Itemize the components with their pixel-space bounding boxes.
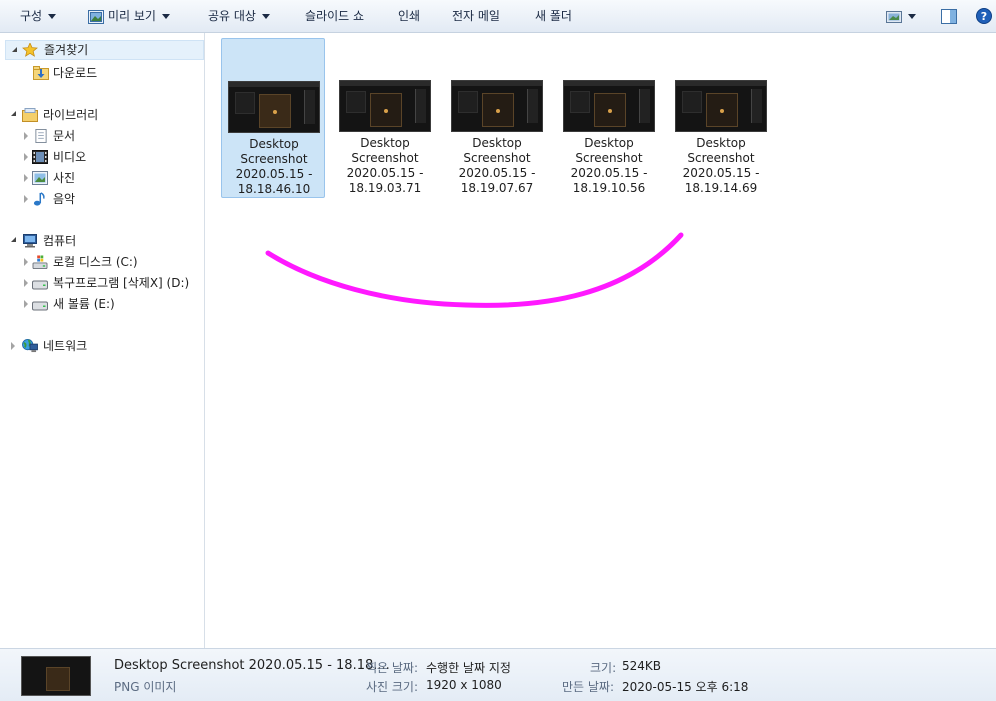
created-value: 2020-05-15 오후 6:18 bbox=[622, 680, 749, 694]
selected-file-name: Desktop Screenshot 2020.05.15 - 18.18...… bbox=[114, 658, 390, 673]
print-button[interactable]: 인쇄 bbox=[398, 0, 420, 33]
selected-file-thumbnail bbox=[21, 656, 91, 696]
nav-drive-e[interactable]: 새 볼륨 (E:) bbox=[22, 294, 203, 314]
nav-label: 음악 bbox=[53, 192, 76, 206]
nav-label: 복구프로그램 [삭제X] (D:) bbox=[53, 276, 190, 290]
annotation-curve bbox=[265, 232, 684, 308]
expand-closed-icon[interactable] bbox=[24, 153, 28, 161]
nav-label: 즐겨찾기 bbox=[44, 43, 89, 57]
nav-drive-d[interactable]: 복구프로그램 [삭제X] (D:) bbox=[22, 273, 203, 293]
computer-icon bbox=[23, 234, 37, 248]
music-note-icon bbox=[33, 192, 45, 206]
view-options-button[interactable] bbox=[886, 0, 916, 33]
new-folder-label: 새 폴더 bbox=[535, 9, 572, 23]
nav-label: 다운로드 bbox=[53, 66, 98, 80]
drive-icon bbox=[32, 280, 48, 290]
slideshow-label: 슬라이드 쇼 bbox=[305, 9, 365, 23]
nav-videos[interactable]: 비디오 bbox=[22, 147, 203, 167]
nav-pictures[interactable]: 사진 bbox=[22, 168, 203, 188]
nav-label: 컴퓨터 bbox=[43, 234, 77, 248]
expand-open-icon[interactable] bbox=[12, 47, 17, 52]
expand-closed-icon[interactable] bbox=[24, 279, 28, 287]
nav-label: 로컬 디스크 (C:) bbox=[53, 255, 138, 269]
nav-label: 비디오 bbox=[53, 150, 87, 164]
nav-documents[interactable]: 문서 bbox=[22, 126, 203, 146]
email-button[interactable]: 전자 메일 bbox=[452, 0, 500, 33]
chevron-down-icon bbox=[908, 14, 916, 19]
nav-label: 문서 bbox=[53, 129, 76, 143]
file-list-view[interactable]: Desktop Screenshot 2020.05.15 - 18.18.46… bbox=[206, 33, 996, 648]
nav-label: 라이브러리 bbox=[43, 108, 99, 122]
slideshow-button[interactable]: 슬라이드 쇼 bbox=[305, 0, 364, 33]
expand-closed-icon[interactable] bbox=[24, 195, 28, 203]
help-icon[interactable]: ? bbox=[976, 8, 992, 24]
nav-favorites[interactable]: 즐겨찾기 bbox=[5, 40, 204, 60]
nav-label: 사진 bbox=[53, 171, 76, 185]
library-icon bbox=[22, 108, 38, 122]
preview-menu[interactable]: 미리 보기 bbox=[88, 0, 170, 33]
dimensions-label: 사진 크기: bbox=[366, 680, 419, 694]
chevron-down-icon bbox=[48, 14, 57, 19]
print-label: 인쇄 bbox=[398, 9, 421, 23]
created-label: 만든 날짜: bbox=[562, 680, 615, 694]
organize-label: 구성 bbox=[20, 9, 43, 23]
download-folder-icon bbox=[33, 66, 49, 80]
chevron-down-icon bbox=[261, 14, 270, 19]
nav-libraries[interactable]: 라이브러리 bbox=[5, 105, 204, 125]
selected-file-type: PNG 이미지 bbox=[114, 680, 177, 694]
expand-closed-icon[interactable] bbox=[24, 300, 28, 308]
preview-pane-icon[interactable] bbox=[941, 9, 957, 24]
nav-label: 네트워크 bbox=[43, 339, 88, 353]
expand-open-icon[interactable] bbox=[11, 237, 16, 242]
dimensions-value: 1920 x 1080 bbox=[426, 678, 502, 692]
film-icon bbox=[32, 150, 48, 164]
nav-label: 새 볼륨 (E:) bbox=[53, 297, 115, 311]
picture-icon bbox=[32, 171, 48, 185]
preview-icon bbox=[88, 9, 104, 24]
svg-text:?: ? bbox=[981, 10, 987, 23]
document-icon bbox=[35, 129, 47, 143]
nav-drive-c[interactable]: 로컬 디스크 (C:) bbox=[22, 252, 203, 272]
date-taken-value[interactable]: 수행한 날짜 지정 bbox=[426, 659, 511, 676]
size-value: 524KB bbox=[622, 659, 662, 673]
date-taken-label: 찍은 날짜: bbox=[366, 661, 419, 675]
command-bar: 구성 미리 보기 공유 대상 슬라이드 쇼 인쇄 전자 메일 새 폴더 ? bbox=[0, 0, 996, 33]
expand-closed-icon[interactable] bbox=[24, 174, 28, 182]
expand-closed-icon[interactable] bbox=[11, 342, 15, 350]
share-menu[interactable]: 공유 대상 bbox=[208, 0, 270, 33]
email-label: 전자 메일 bbox=[452, 9, 500, 23]
nav-computer[interactable]: 컴퓨터 bbox=[5, 231, 204, 251]
size-label: 크기: bbox=[590, 661, 617, 675]
nav-network[interactable]: 네트워크 bbox=[5, 336, 204, 356]
expand-closed-icon[interactable] bbox=[24, 258, 28, 266]
system-drive-icon bbox=[32, 255, 48, 269]
new-folder-button[interactable]: 새 폴더 bbox=[535, 0, 572, 33]
expand-open-icon[interactable] bbox=[11, 111, 16, 116]
preview-label: 미리 보기 bbox=[108, 9, 156, 23]
star-icon bbox=[22, 43, 38, 57]
share-label: 공유 대상 bbox=[208, 9, 256, 23]
expand-closed-icon[interactable] bbox=[24, 132, 28, 140]
drive-icon bbox=[32, 301, 48, 311]
nav-downloads[interactable]: 다운로드 bbox=[33, 63, 203, 83]
navigation-pane: 즐겨찾기 다운로드 라이브러리 문서 비디오 사진 음악 컴퓨터 로컬 디스크 … bbox=[0, 33, 205, 648]
nav-music[interactable]: 음악 bbox=[22, 189, 203, 209]
chevron-down-icon bbox=[161, 14, 170, 19]
view-icon bbox=[886, 10, 902, 23]
organize-menu[interactable]: 구성 bbox=[20, 0, 57, 33]
network-icon bbox=[22, 339, 38, 353]
details-pane: Desktop Screenshot 2020.05.15 - 18.18...… bbox=[0, 648, 996, 701]
